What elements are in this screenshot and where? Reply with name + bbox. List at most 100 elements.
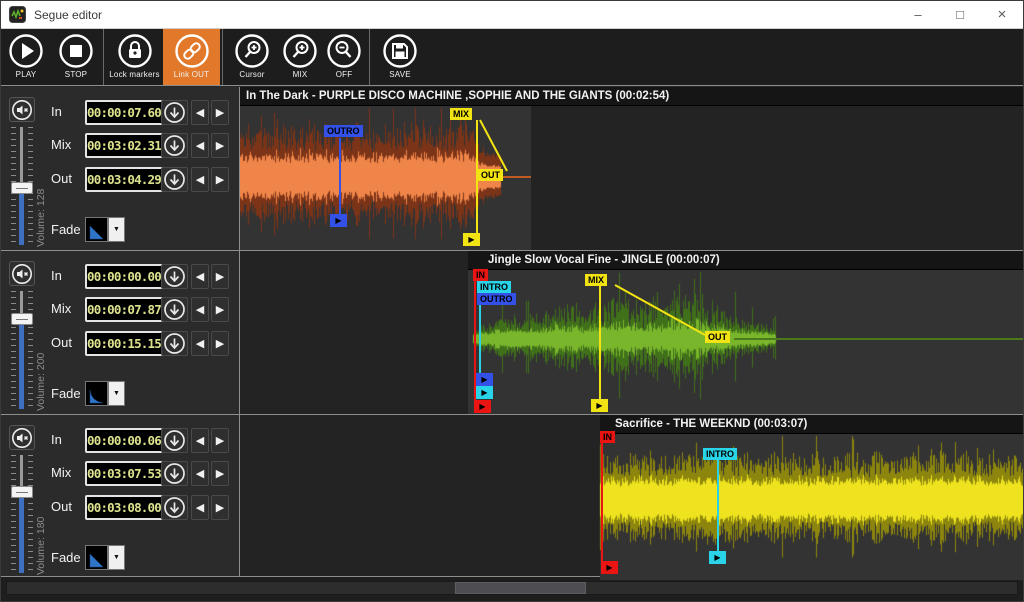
- outro-marker-flag[interactable]: OUTRO: [477, 293, 516, 305]
- out-marker-flag[interactable]: OUT: [478, 169, 503, 181]
- out-label: Out: [51, 335, 72, 350]
- play-button[interactable]: PLAY: [1, 29, 51, 85]
- in-time-field[interactable]: 00:00:07.608: [85, 100, 167, 125]
- zoom-cursor-button[interactable]: Cursor: [225, 29, 279, 85]
- slider-thumb[interactable]: [11, 313, 33, 325]
- fade-dropdown-button[interactable]: ▼: [108, 217, 125, 242]
- mix-marker-flag[interactable]: MIX: [450, 108, 472, 120]
- scrollbar-thumb[interactable]: [455, 582, 586, 594]
- in-capture-button[interactable]: [161, 100, 188, 125]
- out-time-field[interactable]: 00:03:08.000: [85, 495, 167, 520]
- in-capture-button[interactable]: [161, 428, 188, 453]
- save-button[interactable]: SAVE: [372, 29, 428, 85]
- mix-play-button[interactable]: ▶: [463, 233, 480, 246]
- chevron-down-icon: ▼: [113, 554, 120, 561]
- intro-marker-flag[interactable]: INTRO: [703, 448, 737, 460]
- in-play-button[interactable]: ▶: [474, 400, 491, 413]
- in-time-field[interactable]: 00:00:00.065: [85, 428, 167, 453]
- volume-slider[interactable]: [11, 455, 33, 573]
- waveform-area[interactable]: Jingle Slow Vocal Fine - JINGLE (00:00:0…: [240, 251, 1023, 414]
- mix-capture-button[interactable]: [161, 133, 188, 158]
- fade-type-display[interactable]: [85, 217, 108, 242]
- toolbar-separator: [222, 29, 223, 85]
- zoom-out-icon: [326, 33, 362, 69]
- zoom-mix-button[interactable]: MIX: [279, 29, 321, 85]
- in-nudge-left-button[interactable]: ◀: [191, 264, 209, 289]
- out-time-field[interactable]: 00:00:15.158: [85, 331, 167, 356]
- fade-dropdown-button[interactable]: ▼: [108, 381, 125, 406]
- out-capture-button[interactable]: [161, 331, 188, 356]
- play-icon: [8, 33, 44, 69]
- close-button[interactable]: ×: [981, 1, 1023, 28]
- in-nudge-left-button[interactable]: ◀: [191, 100, 209, 125]
- mix-capture-button[interactable]: [161, 297, 188, 322]
- app-icon: [9, 6, 26, 23]
- stop-button[interactable]: STOP: [51, 29, 101, 85]
- slider-thumb[interactable]: [11, 486, 33, 498]
- volume-slider[interactable]: [11, 127, 33, 245]
- out-nudge-right-button[interactable]: ▶: [211, 495, 229, 520]
- mute-button[interactable]: [9, 425, 35, 450]
- marker-play-button[interactable]: ▶: [476, 373, 493, 386]
- waveform-area[interactable]: Sacrifice - THE WEEKND (00:03:07) IN▶INT…: [240, 415, 1023, 580]
- intro-play-button[interactable]: ▶: [709, 551, 726, 564]
- in-nudge-right-button[interactable]: ▶: [211, 100, 229, 125]
- in-capture-button[interactable]: [161, 264, 188, 289]
- outro-marker-flag[interactable]: OUTRO: [324, 125, 363, 137]
- in-nudge-right-button[interactable]: ▶: [211, 264, 229, 289]
- mix-nudge-left-button[interactable]: ◀: [191, 297, 209, 322]
- in-nudge-right-button[interactable]: ▶: [211, 428, 229, 453]
- in-marker-flag[interactable]: IN: [473, 269, 488, 281]
- out-capture-button[interactable]: [161, 167, 188, 192]
- mute-button[interactable]: [9, 97, 35, 122]
- mix-nudge-left-button[interactable]: ◀: [191, 133, 209, 158]
- link-out-button[interactable]: Link OUT: [163, 29, 220, 85]
- fade-type-display[interactable]: [85, 545, 108, 570]
- out-nudge-right-button[interactable]: ▶: [211, 167, 229, 192]
- mix-time-field[interactable]: 00:03:07.533: [85, 461, 167, 486]
- outro-play-button[interactable]: ▶: [330, 214, 347, 227]
- mix-nudge-left-button[interactable]: ◀: [191, 461, 209, 486]
- out-nudge-left-button[interactable]: ◀: [191, 331, 209, 356]
- mix-marker-flag[interactable]: MIX: [585, 274, 607, 286]
- right-arrow-icon: ▶: [216, 337, 224, 350]
- out-capture-button[interactable]: [161, 495, 188, 520]
- lock-markers-button[interactable]: Lock markers: [106, 29, 163, 85]
- waveform-area[interactable]: In The Dark - PURPLE DISCO MACHINE ,SOPH…: [240, 87, 1023, 250]
- mix-nudge-right-button[interactable]: ▶: [211, 461, 229, 486]
- left-arrow-icon: ◀: [196, 139, 204, 152]
- minimize-button[interactable]: –: [897, 1, 939, 28]
- in-marker-flag[interactable]: IN: [600, 431, 615, 443]
- marker-play-button[interactable]: ▶: [476, 386, 493, 399]
- mix-marker-line[interactable]: [599, 286, 601, 399]
- fade-type-display[interactable]: [85, 381, 108, 406]
- mix-nudge-right-button[interactable]: ▶: [211, 297, 229, 322]
- intro-marker-flag[interactable]: INTRO: [477, 281, 511, 293]
- mix-capture-button[interactable]: [161, 461, 188, 486]
- in-marker-line[interactable]: [601, 443, 603, 561]
- left-arrow-icon: ◀: [196, 270, 204, 283]
- in-play-button[interactable]: ▶: [601, 561, 618, 574]
- out-nudge-right-button[interactable]: ▶: [211, 331, 229, 356]
- outro-marker-line[interactable]: [339, 138, 341, 214]
- mix-nudge-right-button[interactable]: ▶: [211, 133, 229, 158]
- out-nudge-left-button[interactable]: ◀: [191, 167, 209, 192]
- volume-slider[interactable]: [11, 291, 33, 409]
- lock-icon: [117, 33, 153, 69]
- slider-thumb[interactable]: [11, 182, 33, 194]
- out-nudge-left-button[interactable]: ◀: [191, 495, 209, 520]
- fade-dropdown-button[interactable]: ▼: [108, 545, 125, 570]
- in-time-field[interactable]: 00:00:00.000: [85, 264, 167, 289]
- scrollbar-track[interactable]: [6, 581, 1018, 595]
- zoom-off-button[interactable]: OFF: [321, 29, 367, 85]
- in-nudge-left-button[interactable]: ◀: [191, 428, 209, 453]
- mute-button[interactable]: [9, 261, 35, 286]
- out-time-field[interactable]: 00:03:04.298: [85, 167, 167, 192]
- out-marker-flag[interactable]: OUT: [705, 331, 730, 343]
- mix-time-field[interactable]: 00:03:02.319: [85, 133, 167, 158]
- maximize-button[interactable]: □: [939, 1, 981, 28]
- intro-marker-line[interactable]: [717, 460, 719, 551]
- mix-time-field[interactable]: 00:00:07.873: [85, 297, 167, 322]
- mix-label: Mix: [51, 301, 71, 316]
- mix-play-button[interactable]: ▶: [591, 399, 608, 412]
